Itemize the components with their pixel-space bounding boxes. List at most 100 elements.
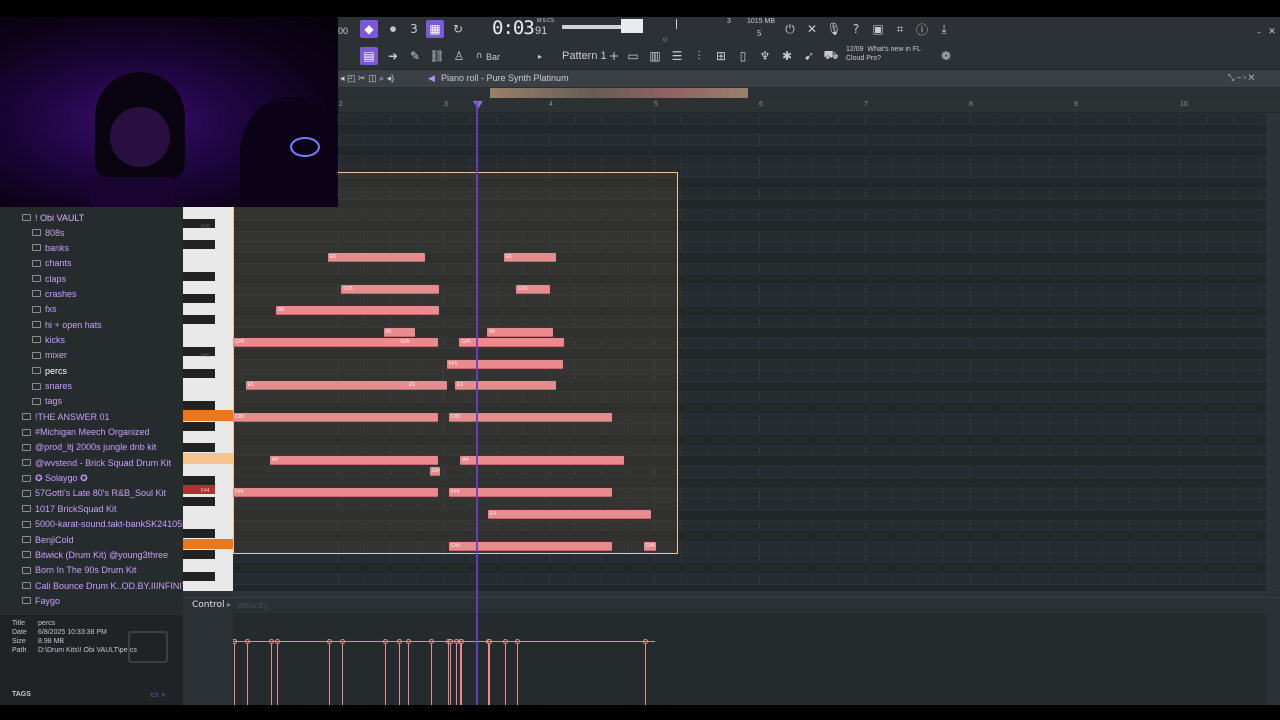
help-icon[interactable]: ?: [847, 20, 865, 38]
browser-folder-item[interactable]: 1017 BrickSquad Kit: [22, 501, 117, 516]
black-key[interactable]: [183, 293, 215, 303]
browser-folder-item[interactable]: snares: [32, 379, 72, 394]
velocity-bar[interactable]: [234, 643, 235, 705]
browser-folder-item[interactable]: Born In The 90s Drum Kit: [22, 563, 136, 578]
browser-folder-item[interactable]: !THE ANSWER 01: [22, 409, 110, 424]
cart-icon[interactable]: ⛟: [822, 47, 840, 65]
piano-roll-window-controls[interactable]: ⤡ – ▫ ✕: [1228, 73, 1254, 83]
tempo-partial[interactable]: 00: [338, 26, 348, 36]
add-folder-icon[interactable]: [128, 631, 168, 663]
browser-folder-item[interactable]: BenjiCold: [22, 532, 74, 547]
microphone-icon[interactable]: 🎙: [825, 20, 843, 38]
tag-search-icon[interactable]: ▭ ⌕: [150, 689, 166, 700]
pattern-select[interactable]: Pattern 1: [562, 50, 607, 62]
browser-root[interactable]: ! Obi VAULT: [22, 210, 84, 225]
browser-folder-item[interactable]: Bitwick (Drum Kit) @young3three: [22, 547, 168, 562]
highlighted-key[interactable]: [183, 453, 233, 464]
selection-box[interactable]: [233, 172, 678, 554]
black-key[interactable]: [183, 550, 215, 560]
browser-folder-item[interactable]: ✪ Solaygo ✪: [22, 471, 88, 486]
black-key[interactable]: [183, 347, 215, 357]
browser-folder-item[interactable]: @prod_ltj 2000s jungle dnb kit: [22, 440, 156, 455]
metronome-icon[interactable]: ◆: [360, 20, 378, 38]
black-key[interactable]: [183, 368, 215, 378]
black-key[interactable]: [183, 496, 215, 506]
browser-folder-item[interactable]: tags: [32, 394, 62, 409]
pattern-overview[interactable]: [490, 88, 748, 98]
save-icon[interactable]: ▣: [869, 20, 887, 38]
black-key[interactable]: [183, 240, 215, 250]
velocity-bar[interactable]: [456, 643, 458, 705]
mixer-icon[interactable]: ✕: [803, 20, 821, 38]
playhead-marker[interactable]: [473, 101, 483, 109]
velocity-bar[interactable]: [644, 643, 646, 705]
browser-folder-item[interactable]: 808s: [32, 225, 65, 240]
velocity-bar[interactable]: [488, 643, 490, 705]
channel-rack-icon[interactable]: ▥: [646, 47, 664, 65]
browser-folder-item[interactable]: mixer: [32, 348, 67, 363]
playlist-icon[interactable]: ▭: [624, 47, 642, 65]
velocity-bar[interactable]: [270, 643, 272, 705]
send-icon[interactable]: ➹: [800, 47, 818, 65]
browser-folder-item[interactable]: Faygo: [22, 593, 60, 608]
volume-fader[interactable]: [676, 19, 677, 29]
browser-folder-item[interactable]: crashes: [32, 286, 77, 301]
timeline-ruler[interactable]: 2 3 4 5 6 7 8 9 10: [338, 99, 1280, 113]
link-icon[interactable]: ⛓: [428, 47, 446, 65]
add-pattern-icon[interactable]: +: [605, 47, 623, 65]
stamp-icon[interactable]: ♙: [450, 47, 468, 65]
black-key[interactable]: [183, 443, 215, 453]
download-icon[interactable]: ⤓: [935, 20, 953, 38]
black-key[interactable]: [183, 272, 215, 282]
browser-icon[interactable]: ✱: [778, 47, 796, 65]
document-icon[interactable]: ▯: [734, 47, 752, 65]
step-seq-icon[interactable]: ▤: [360, 47, 378, 65]
pencil-icon[interactable]: ✎: [406, 47, 424, 65]
routing-icon[interactable]: ⊞: [712, 47, 730, 65]
browser-folder-item[interactable]: Cali Bounce Drum K..OD.BY.IIINFINITE): [22, 578, 183, 593]
plugin-icon[interactable]: ⌗: [891, 20, 909, 38]
play-icon[interactable]: ◀: [428, 73, 435, 84]
black-key[interactable]: [183, 400, 215, 410]
info-icon[interactable]: ⓘ: [913, 20, 931, 38]
browser-folder-item[interactable]: 5000-karat-sound.takt-bankSK241055: [22, 517, 183, 532]
browser-folder-item[interactable]: fxs: [32, 302, 57, 317]
highlighted-key[interactable]: [183, 538, 233, 550]
fl-logo-icon[interactable]: ❁: [937, 47, 955, 65]
black-key[interactable]: [183, 529, 215, 538]
velocity-bar[interactable]: [277, 643, 279, 705]
black-key[interactable]: [183, 571, 215, 581]
browser-folder-item[interactable]: hi + open hats: [32, 317, 102, 332]
close-icon[interactable]: ✕: [1263, 23, 1280, 41]
velocity-bar[interactable]: [504, 643, 506, 705]
control-arrow-icon[interactable]: ▸: [227, 600, 231, 609]
step-edit-icon[interactable]: ▦: [426, 20, 444, 38]
news-text-2[interactable]: Cloud Pro?: [846, 55, 881, 62]
black-key[interactable]: [183, 475, 215, 485]
highlighted-key[interactable]: [183, 410, 233, 421]
velocity-bar[interactable]: [461, 643, 463, 705]
velocity-bar[interactable]: [246, 643, 248, 705]
velocity-bar[interactable]: [384, 643, 386, 705]
wait-for-input-icon[interactable]: ⏺: [384, 20, 402, 38]
browser-folder-item[interactable]: 57Gotti's Late 80's R&B_Soul Kit: [22, 486, 166, 501]
black-key[interactable]: [183, 422, 215, 431]
velocity-lane[interactable]: [233, 613, 1266, 705]
power-icon[interactable]: ⏻: [781, 20, 799, 38]
velocity-bar[interactable]: [342, 643, 344, 705]
velocity-bar[interactable]: [399, 643, 401, 705]
vertical-scrollbar[interactable]: [1266, 113, 1280, 591]
browser-folder-item[interactable]: kicks: [32, 332, 65, 347]
plug-icon[interactable]: ♆: [756, 47, 774, 65]
active-black-key[interactable]: [183, 485, 215, 495]
arrow-icon[interactable]: ➜: [384, 47, 402, 65]
velocity-bar[interactable]: [447, 643, 449, 705]
snap-select[interactable]: Bar: [486, 52, 500, 62]
control-select[interactable]: Control: [192, 600, 225, 610]
pattern-prev-icon[interactable]: ▸: [531, 47, 549, 65]
velocity-bar[interactable]: [328, 643, 330, 705]
menu-icon[interactable]: ◂ ◰ ✂ ◫ ⌕ ◂): [340, 73, 394, 84]
browser-folder-item[interactable]: claps: [32, 271, 66, 286]
browser-folder-item[interactable]: banks: [32, 240, 69, 255]
mixer-view-icon[interactable]: ☰: [668, 47, 686, 65]
